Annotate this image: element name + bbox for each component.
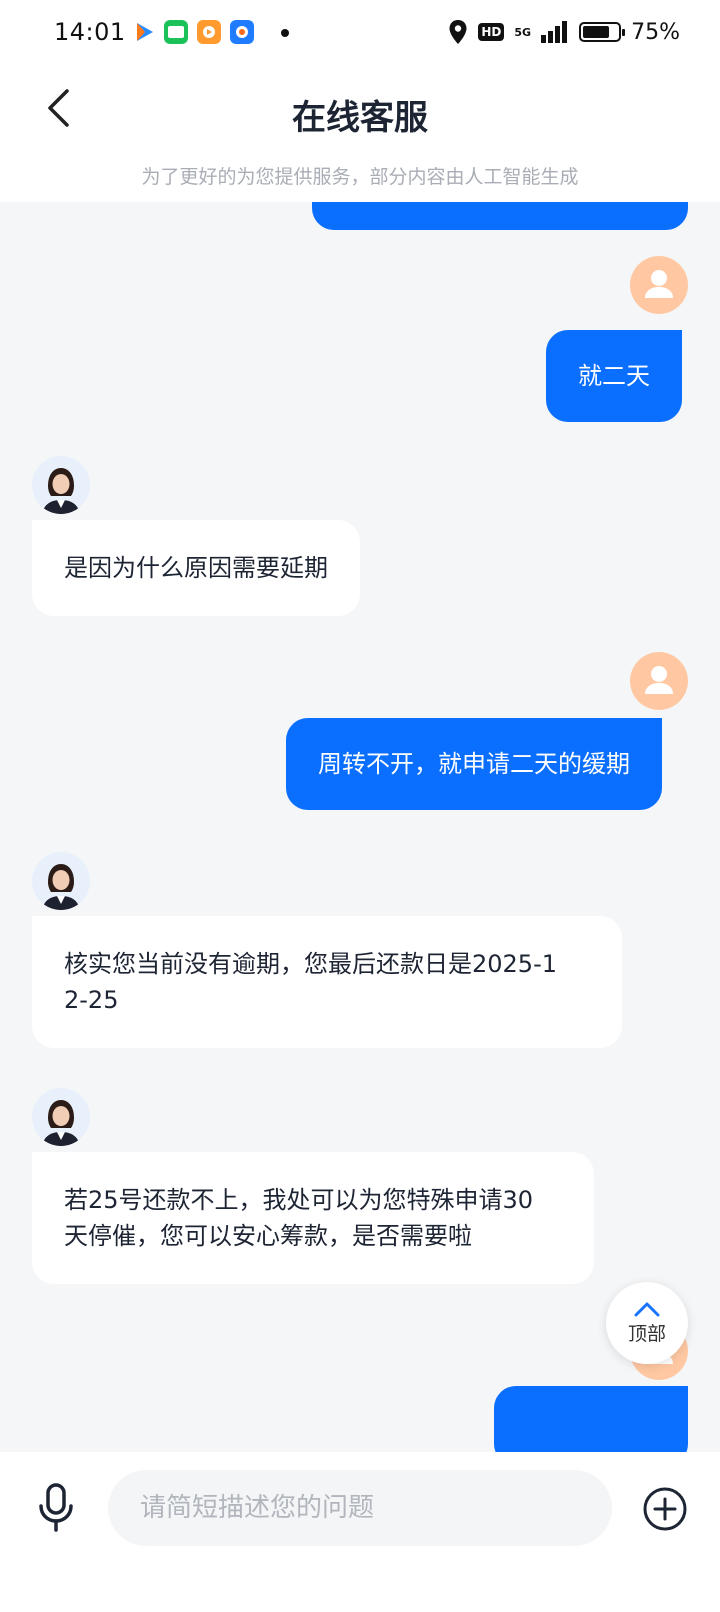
- user-avatar: [630, 652, 688, 710]
- iqiyi-app-icon: [164, 20, 188, 44]
- play-app-icon: [137, 23, 153, 41]
- agent-avatar-image: [32, 1088, 90, 1146]
- battery-icon: [579, 22, 626, 42]
- notification-dot: [281, 29, 289, 37]
- battery-fill: [583, 26, 609, 38]
- message-text: 周转不开，就申请二天的缓期: [318, 750, 630, 778]
- add-attachment-icon[interactable]: [642, 1486, 688, 1532]
- battery-percent: 75%: [631, 19, 680, 45]
- chat-messages[interactable]: 就二天 是因为什么原因需要延期 周转不开，就申请二天的缓期 核实您当前没有逾期，…: [0, 202, 720, 1452]
- page-title: 在线客服: [292, 98, 428, 138]
- input-bar: [0, 1452, 720, 1612]
- message-line: 天停催，您可以安心筹款，是否需要啦: [64, 1222, 472, 1250]
- camera-app-icon: [230, 20, 254, 44]
- message-line: 若25号还款不上，我处可以为您特殊申请30: [64, 1186, 534, 1214]
- agent-message: 核实您当前没有逾期，您最后还款日是2025-1 2-25: [32, 916, 622, 1048]
- page-header: 在线客服 为了更好的为您提供服务，部分内容由人工智能生成: [0, 66, 720, 202]
- agent-avatar-image: [32, 456, 90, 514]
- scroll-top-button[interactable]: 顶部: [606, 1282, 688, 1364]
- agent-message: 若25号还款不上，我处可以为您特殊申请30 天停催，您可以安心筹款，是否需要啦: [32, 1152, 594, 1284]
- user-silhouette-icon: [645, 270, 673, 298]
- agent-avatar: [32, 1088, 90, 1146]
- status-time: 14:01: [54, 18, 126, 46]
- scroll-top-label: 顶部: [627, 1322, 666, 1345]
- video-app-icon: [197, 20, 221, 44]
- message-input[interactable]: [108, 1470, 612, 1546]
- message-text: 是因为什么原因需要延期: [64, 554, 328, 582]
- user-silhouette-icon: [645, 666, 673, 694]
- message-line: 2-25: [64, 986, 119, 1014]
- agent-avatar: [32, 852, 90, 910]
- location-icon: [449, 20, 467, 44]
- message-text: 就二天: [578, 362, 650, 390]
- signal-icon: [541, 21, 568, 43]
- user-avatar: [630, 256, 688, 314]
- user-message: 周转不开，就申请二天的缓期: [286, 718, 662, 810]
- status-bar: 14:01 HD 5G 75%: [0, 0, 720, 66]
- chevron-up-icon: [634, 1302, 660, 1316]
- agent-message: 是因为什么原因需要延期: [32, 520, 360, 616]
- agent-avatar-image: [32, 852, 90, 910]
- message-bubble-partial: [494, 1386, 688, 1452]
- microphone-icon[interactable]: [32, 1482, 80, 1534]
- status-right: HD 5G 75%: [448, 16, 680, 48]
- ai-disclaimer: 为了更好的为您提供服务，部分内容由人工智能生成: [141, 166, 579, 188]
- message-line: 核实您当前没有逾期，您最后还款日是2025-1: [64, 950, 558, 978]
- message-bubble-partial: [312, 202, 688, 230]
- hd-badge: HD: [478, 23, 505, 41]
- user-message: 就二天: [546, 330, 682, 422]
- agent-avatar: [32, 456, 90, 514]
- network-type: 5G: [514, 25, 532, 39]
